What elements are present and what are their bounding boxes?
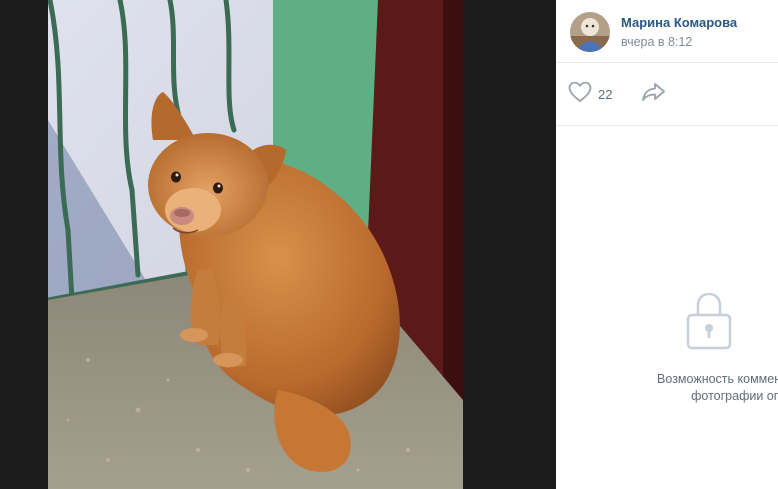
photo-info-panel: Марина Комарова вчера в 8:12 22 Возможно…	[556, 0, 778, 489]
photo-viewer	[0, 0, 556, 489]
heart-icon	[568, 81, 592, 108]
author-name-link[interactable]: Марина Комарова	[621, 15, 737, 30]
author-block: Марина Комарова вчера в 8:12	[556, 0, 778, 63]
comments-closed-message: Возможность комментирования этой фотогра…	[594, 371, 778, 405]
post-actions: 22	[556, 63, 778, 126]
share-arrow-icon	[641, 81, 667, 108]
post-date[interactable]: вчера в 8:12	[621, 35, 692, 49]
comments-closed-block: Возможность комментирования этой фотогра…	[556, 126, 778, 489]
comments-closed-line1: Возможность комментирования этой	[657, 372, 778, 386]
comments-closed-line2: фотографии ограничена.	[691, 389, 778, 403]
lock-icon	[686, 291, 732, 356]
author-avatar[interactable]	[570, 12, 610, 52]
share-button[interactable]	[641, 81, 667, 107]
dog-photo[interactable]	[48, 0, 463, 489]
like-count: 22	[598, 86, 613, 102]
like-button[interactable]: 22	[568, 81, 612, 107]
